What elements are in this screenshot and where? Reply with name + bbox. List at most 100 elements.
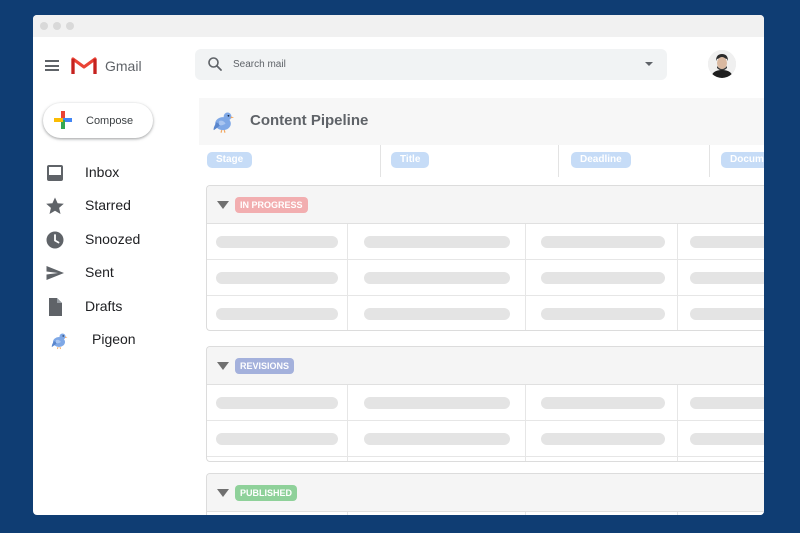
collapse-triangle-icon[interactable] [217, 489, 229, 497]
send-icon [46, 266, 64, 281]
table-cell[interactable] [348, 296, 526, 330]
table-row[interactable] [207, 385, 764, 421]
group-in-progress: IN PROGRESS [206, 185, 764, 331]
table-cell[interactable] [348, 512, 526, 515]
column-header-title[interactable]: Title [391, 152, 430, 168]
placeholder-bar [216, 433, 338, 445]
table-cell[interactable] [348, 224, 526, 260]
group-published: PUBLISHED [206, 473, 764, 515]
table-cell[interactable] [678, 224, 764, 260]
group-header[interactable]: PUBLISHED [207, 474, 764, 512]
window-dot-close[interactable] [40, 22, 48, 30]
table-cell[interactable] [207, 224, 348, 260]
table-cell[interactable] [348, 421, 526, 457]
group-header[interactable]: REVISIONS [207, 347, 764, 385]
table-row[interactable] [207, 224, 764, 260]
placeholder-bar [541, 236, 665, 248]
sidebar-item-inbox[interactable]: Inbox [33, 157, 193, 190]
sidebar-item-snoozed[interactable]: Snoozed [33, 224, 193, 257]
sidebar-item-starred[interactable]: Starred [33, 190, 193, 223]
status-badge: IN PROGRESS [235, 197, 308, 213]
placeholder-bar [364, 433, 510, 445]
group-header[interactable]: IN PROGRESS [207, 186, 764, 224]
table-cell[interactable] [526, 260, 678, 296]
table-cell[interactable] [207, 421, 348, 457]
search-options-chevron-down-icon[interactable] [645, 62, 653, 66]
table-cell[interactable] [678, 421, 764, 457]
table-cell[interactable] [526, 421, 678, 457]
table-row[interactable] [207, 512, 764, 515]
column-header-deadline[interactable]: Deadline [571, 152, 631, 168]
user-avatar-icon [708, 50, 736, 78]
column-divider[interactable] [709, 145, 710, 177]
table-cell[interactable] [348, 457, 526, 461]
status-badge: PUBLISHED [235, 485, 298, 501]
table-cell[interactable] [678, 296, 764, 330]
column-header-document[interactable]: Docume [721, 152, 764, 168]
clock-icon [46, 231, 64, 249]
sidebar-item-drafts[interactable]: Drafts [33, 291, 193, 324]
table-cell[interactable] [526, 457, 678, 461]
table-cell[interactable] [526, 224, 678, 260]
draft-icon [49, 297, 62, 316]
content-pipeline-panel: Content Pipeline Stage Title Deadline Do… [199, 98, 764, 515]
sidebar-item-label: Inbox [85, 164, 120, 180]
table-cell[interactable] [678, 260, 764, 296]
inbox-icon [47, 165, 63, 181]
table-cell[interactable] [526, 296, 678, 330]
panel-header: Content Pipeline [199, 98, 764, 145]
placeholder-bar [216, 236, 338, 248]
group-revisions: REVISIONS [206, 346, 764, 462]
column-divider[interactable] [558, 145, 559, 177]
table-cell[interactable] [678, 457, 764, 461]
sidebar-item-sent[interactable]: Sent [33, 257, 193, 290]
table-row[interactable] [207, 457, 764, 461]
table-cell[interactable] [678, 512, 764, 515]
search-bar[interactable]: Search mail [195, 49, 667, 80]
gmail-wordmark[interactable]: Gmail [105, 58, 142, 74]
placeholder-bar [364, 397, 510, 409]
compose-label: Compose [86, 115, 134, 127]
placeholder-bar [216, 272, 338, 284]
placeholder-bar [216, 308, 338, 320]
table-cell[interactable] [678, 385, 764, 421]
search-icon[interactable] [207, 56, 223, 72]
table-cell[interactable] [526, 512, 678, 515]
table-row[interactable] [207, 421, 764, 457]
compose-button[interactable]: Compose [43, 103, 153, 138]
collapse-triangle-icon[interactable] [217, 362, 229, 370]
window-dot-minimize[interactable] [53, 22, 61, 30]
sidebar-item-label: Starred [85, 197, 131, 214]
table-cell[interactable] [348, 260, 526, 296]
placeholder-bar [216, 397, 338, 409]
table-row[interactable] [207, 296, 764, 330]
placeholder-bar [690, 397, 764, 409]
collapse-triangle-icon[interactable] [217, 201, 229, 209]
table-cell[interactable] [207, 260, 348, 296]
sidebar-item-pigeon[interactable]: Pigeon [33, 324, 193, 357]
table-cell[interactable] [207, 457, 348, 461]
main-menu-icon[interactable] [45, 60, 59, 71]
placeholder-bar [541, 433, 665, 445]
column-header-stage[interactable]: Stage [207, 152, 253, 168]
table-cell[interactable] [207, 296, 348, 330]
search-input[interactable]: Search mail [233, 59, 286, 70]
table-row[interactable] [207, 260, 764, 296]
avatar[interactable] [708, 50, 736, 78]
placeholder-bar [541, 308, 665, 320]
placeholder-bar [690, 236, 764, 248]
table-cell[interactable] [207, 512, 348, 515]
placeholder-bar [364, 272, 510, 284]
table-cell[interactable] [526, 385, 678, 421]
gmail-logo-icon[interactable] [71, 55, 97, 75]
sidebar-item-label: Drafts [85, 297, 123, 314]
table-cell[interactable] [207, 385, 348, 421]
column-headers: Stage Title Deadline Docume [199, 145, 764, 177]
table-cell[interactable] [348, 385, 526, 421]
window-dot-maximize[interactable] [66, 22, 74, 30]
browser-window: Gmail Search mail Compose Inbox Starred … [33, 15, 764, 515]
placeholder-bar [690, 272, 764, 284]
column-divider[interactable] [380, 145, 381, 177]
star-icon [46, 197, 64, 215]
placeholder-bar [690, 308, 764, 320]
